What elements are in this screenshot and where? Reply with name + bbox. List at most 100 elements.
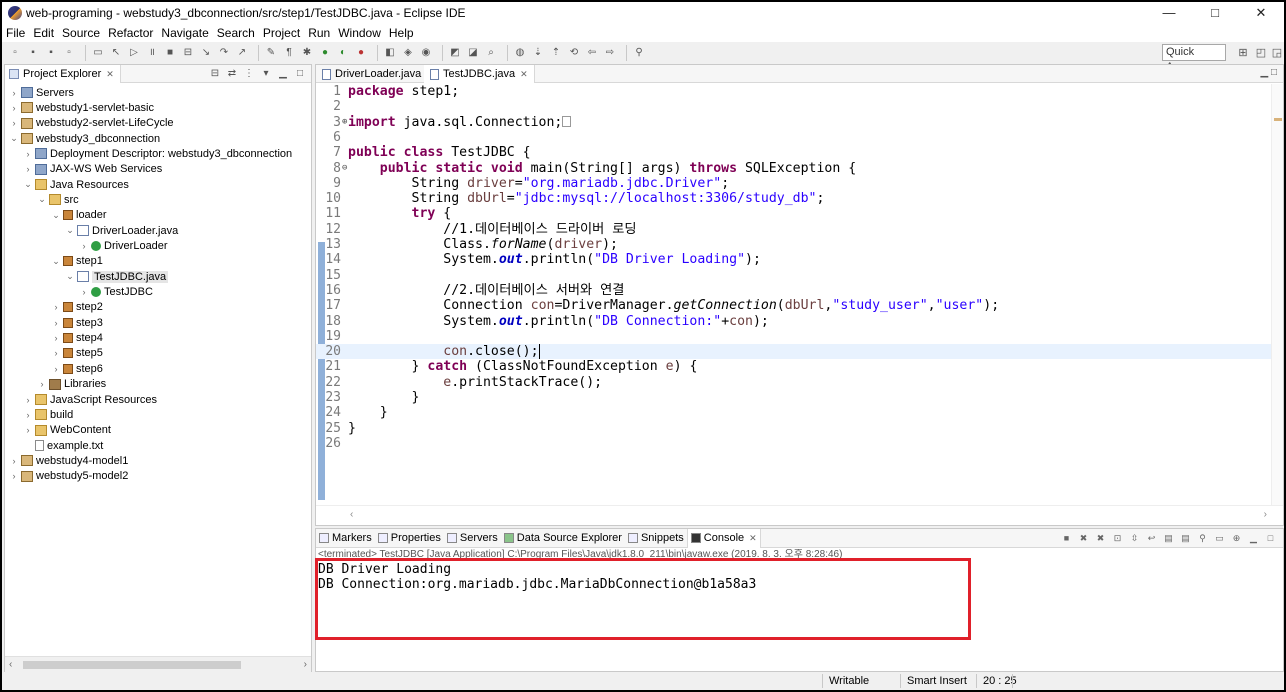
expand-arrow-icon[interactable]: › bbox=[23, 164, 33, 174]
expand-arrow-icon[interactable]: › bbox=[9, 471, 19, 481]
expand-arrow-icon[interactable]: › bbox=[9, 88, 19, 98]
tree-item[interactable]: example.txt bbox=[23, 438, 103, 453]
java-perspective-icon[interactable]: ◲ bbox=[1270, 46, 1284, 60]
scroll-right-icon[interactable]: › bbox=[304, 659, 307, 670]
tree-item[interactable]: › WebContent bbox=[23, 423, 111, 438]
menu-project[interactable]: Project bbox=[263, 26, 300, 40]
menu-run[interactable]: Run bbox=[308, 26, 330, 40]
show-on-stdout-icon[interactable]: ▤ bbox=[1162, 532, 1175, 545]
word-wrap-icon[interactable]: ¶ bbox=[282, 46, 296, 60]
expand-arrow-icon[interactable]: › bbox=[9, 103, 19, 113]
back-icon[interactable]: ⇦ bbox=[585, 46, 599, 60]
menu-window[interactable]: Window bbox=[338, 26, 381, 40]
scroll-left-icon[interactable]: ‹ bbox=[9, 659, 12, 670]
terminate-icon[interactable]: ■ bbox=[1060, 532, 1073, 545]
menu-file[interactable]: File bbox=[6, 26, 25, 40]
open-task-icon[interactable]: ◪ bbox=[466, 46, 480, 60]
code-area[interactable]: 1 package step1; 2 3 ⊕ import java.sql.Conn… bbox=[316, 84, 1273, 506]
minimize-icon[interactable]: — bbox=[1146, 2, 1192, 24]
expand-arrow-icon[interactable]: › bbox=[51, 333, 61, 343]
tree-item[interactable]: ⌄ webstudy3_dbconnection bbox=[9, 131, 160, 146]
new-icon[interactable]: ▫ bbox=[8, 46, 22, 60]
maximize-view-icon[interactable]: □ bbox=[1264, 532, 1277, 545]
close-icon[interactable]: ✕ bbox=[1238, 2, 1284, 24]
tab-project-explorer[interactable]: Project Explorer ✕ bbox=[5, 65, 121, 83]
tree-item[interactable]: › step2 bbox=[51, 300, 103, 315]
tree-item[interactable]: › webstudy4-model1 bbox=[9, 453, 129, 468]
tree-item[interactable]: › JavaScript Resources bbox=[23, 392, 158, 407]
tree-item[interactable]: › DriverLoader bbox=[79, 239, 168, 254]
tree-item[interactable]: › webstudy2-servlet-LifeCycle bbox=[9, 116, 174, 131]
java-ee-perspective-icon[interactable]: ◰ bbox=[1254, 46, 1268, 60]
expand-arrow-icon[interactable]: › bbox=[23, 149, 33, 159]
tab-console[interactable]: Console ✕ bbox=[686, 528, 761, 548]
step-over-icon[interactable]: ↷ bbox=[217, 46, 231, 60]
fold-collapse-icon[interactable]: ⊖ bbox=[342, 161, 347, 176]
step-into-icon[interactable]: ↘ bbox=[199, 46, 213, 60]
tab-snippets[interactable]: Snippets bbox=[625, 529, 687, 548]
tree-item[interactable]: › Libraries bbox=[37, 377, 107, 392]
menu-search[interactable]: Search bbox=[217, 26, 255, 40]
explorer-horizontal-scrollbar[interactable]: ‹ › bbox=[5, 656, 311, 673]
expand-arrow-icon[interactable]: › bbox=[51, 302, 61, 312]
tree-item[interactable]: ⌄ step1 bbox=[51, 254, 103, 269]
terminal-icon[interactable]: ▭ bbox=[91, 46, 105, 60]
expand-arrow-icon[interactable]: › bbox=[51, 318, 61, 328]
tab-data-source-explorer[interactable]: Data Source Explorer bbox=[501, 529, 625, 548]
tab-markers[interactable]: Markers bbox=[316, 529, 375, 548]
scroll-left-icon[interactable]: ‹ bbox=[350, 509, 353, 520]
save-icon[interactable]: ▪ bbox=[26, 46, 40, 60]
debug-icon[interactable]: ✱ bbox=[300, 46, 314, 60]
tree-item[interactable]: › Deployment Descriptor: webstudy3_dbconn… bbox=[23, 146, 293, 161]
collapse-arrow-icon[interactable]: ⌄ bbox=[51, 210, 61, 221]
tree-item[interactable]: › webstudy5-model2 bbox=[9, 469, 129, 484]
collapse-arrow-icon[interactable]: ⌄ bbox=[9, 133, 19, 144]
tree-item[interactable]: › JAX-WS Web Services bbox=[23, 162, 163, 177]
close-tab-icon[interactable]: ✕ bbox=[520, 69, 528, 80]
menu-edit[interactable]: Edit bbox=[33, 26, 54, 40]
tree-item[interactable]: › Servers bbox=[9, 85, 74, 100]
new-package-icon[interactable]: ◈ bbox=[401, 46, 415, 60]
tree-item[interactable]: ⌄ DriverLoader.java bbox=[65, 223, 178, 238]
show-on-stderr-icon[interactable]: ▤ bbox=[1179, 532, 1192, 545]
minimize-view-icon[interactable]: ▁ bbox=[276, 67, 290, 81]
collapse-arrow-icon[interactable]: ⌄ bbox=[65, 271, 75, 282]
tree-item[interactable]: › build bbox=[23, 407, 74, 422]
collapse-arrow-icon[interactable]: ⌄ bbox=[65, 225, 75, 236]
open-type-icon[interactable]: ◩ bbox=[448, 46, 462, 60]
link-with-editor-icon[interactable]: ⇄ bbox=[225, 67, 239, 81]
resume-icon[interactable]: ▷ bbox=[127, 46, 141, 60]
forward-icon[interactable]: ⇨ bbox=[603, 46, 617, 60]
filter-icon[interactable]: ⋮ bbox=[242, 67, 256, 81]
skip-breakpoints-icon[interactable]: ↖ bbox=[109, 46, 123, 60]
scrollbar-thumb[interactable] bbox=[23, 661, 241, 669]
new-class-icon[interactable]: ◉ bbox=[419, 46, 433, 60]
scroll-lock-icon[interactable]: ⇳ bbox=[1128, 532, 1141, 545]
annotation-next-icon[interactable]: ⇣ bbox=[531, 46, 545, 60]
maximize-view-icon[interactable]: □ bbox=[293, 67, 307, 81]
pin-console-icon[interactable]: ⚲ bbox=[1196, 532, 1209, 545]
tree-item[interactable]: › step3 bbox=[51, 315, 103, 330]
clear-console-icon[interactable]: ⊡ bbox=[1111, 532, 1124, 545]
scroll-right-icon[interactable]: › bbox=[1264, 509, 1267, 520]
collapse-arrow-icon[interactable]: ⌄ bbox=[51, 256, 61, 267]
save-all-icon[interactable]: ▪ bbox=[44, 46, 58, 60]
expand-arrow-icon[interactable]: › bbox=[79, 241, 89, 251]
collapse-arrow-icon[interactable]: ⌄ bbox=[37, 194, 47, 205]
menu-navigate[interactable]: Navigate bbox=[161, 26, 208, 40]
word-wrap-icon[interactable]: ↩ bbox=[1145, 532, 1158, 545]
search-icon[interactable]: ⌕ bbox=[484, 46, 498, 60]
tab-driverloader-java[interactable]: DriverLoader.java bbox=[316, 65, 429, 83]
expand-arrow-icon[interactable]: › bbox=[23, 425, 33, 435]
remove-all-terminated-icon[interactable]: ✖ bbox=[1094, 532, 1107, 545]
expand-arrow-icon[interactable]: › bbox=[23, 395, 33, 405]
tree-item[interactable]: ⌄ loader bbox=[51, 208, 106, 223]
terminate-icon[interactable]: ■ bbox=[163, 46, 177, 60]
expand-arrow-icon[interactable]: › bbox=[23, 410, 33, 420]
collapse-all-icon[interactable]: ⊟ bbox=[208, 67, 222, 81]
remove-launch-icon[interactable]: ✖ bbox=[1077, 532, 1090, 545]
minimize-view-icon[interactable]: ▁ bbox=[1247, 532, 1260, 545]
tree-item[interactable]: ⌄ src bbox=[37, 192, 78, 207]
collapse-arrow-icon[interactable]: ⌄ bbox=[23, 179, 33, 190]
fold-expand-icon[interactable]: ⊕ bbox=[342, 115, 347, 130]
